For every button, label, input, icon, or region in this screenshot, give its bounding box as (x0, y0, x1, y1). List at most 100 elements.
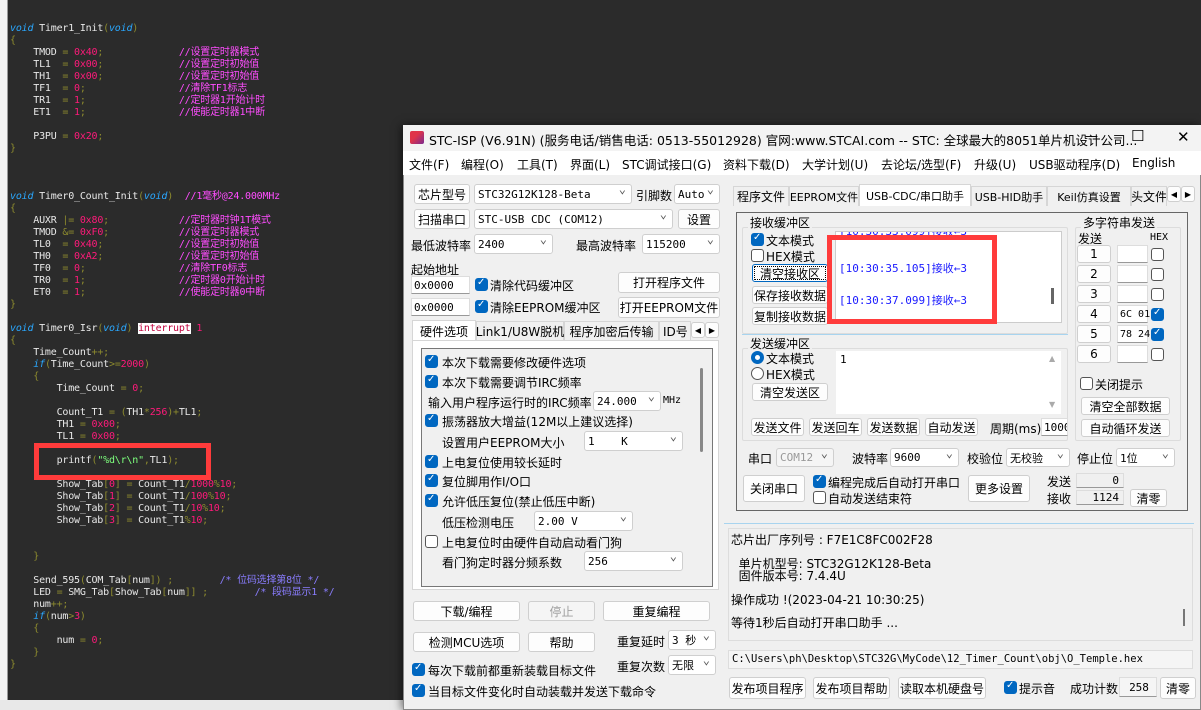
maximize-button[interactable]: ☐ (1131, 127, 1144, 145)
code-start-address-input[interactable]: 0x0000 (411, 276, 470, 294)
min-baud-select[interactable]: 2400 (474, 232, 553, 254)
send-file-button[interactable]: 发送文件 (751, 418, 804, 436)
menu-interface[interactable]: 界面(L) (570, 156, 610, 173)
help-button[interactable]: 帮助 (528, 632, 595, 652)
send-scroll-up-icon[interactable]: ▲ (1049, 354, 1055, 363)
tab-usb-hid[interactable]: USB-HID助手 (971, 186, 1047, 206)
log-area[interactable]: 芯片出厂序列号 : F7E1C8FC002F28 单片机型号: STC32G12… (728, 528, 1193, 641)
close-button[interactable]: ✕ (1177, 128, 1190, 146)
reload-before-download-checkbox[interactable] (412, 662, 425, 676)
menu-upgrade[interactable]: 升级(U) (974, 156, 1016, 173)
tab-hardware-options[interactable]: 硬件选项 (412, 320, 476, 342)
send-scroll-down-icon[interactable]: ▼ (1049, 400, 1055, 409)
multi-send-button-1[interactable]: 1 (1077, 245, 1111, 263)
baud-rate-select[interactable]: 9600 (890, 446, 959, 467)
publish-program-button[interactable]: 发布项目程序 (729, 677, 806, 699)
multi-hex-checkbox-1[interactable] (1151, 248, 1164, 261)
rx-text-mode-checkbox[interactable] (751, 232, 764, 246)
clear-eeprom-buffer-checkbox[interactable] (475, 299, 488, 313)
menu-forum[interactable]: 去论坛/选型(F) (881, 156, 961, 173)
multi-send-button-3[interactable]: 3 (1077, 285, 1111, 303)
multi-send-button-4[interactable]: 4 (1077, 305, 1111, 323)
lvd-voltage-select[interactable]: 2.00 V (534, 509, 633, 531)
menu-program[interactable]: 编程(O) (461, 156, 504, 173)
detect-mcu-button[interactable]: 检测MCU选项 (413, 632, 520, 652)
multi-send-button-2[interactable]: 2 (1077, 265, 1111, 283)
auto-send-terminator-checkbox[interactable] (813, 491, 826, 504)
right-tab-scroll-left-icon[interactable]: ◀ (1167, 186, 1181, 202)
publish-help-button[interactable]: 发布项目帮助 (813, 677, 890, 699)
menu-tools[interactable]: 工具(T) (517, 156, 558, 173)
tx-text-mode-radio[interactable] (751, 351, 764, 364)
tab-keil-sim[interactable]: Keil仿真设置 (1047, 186, 1131, 206)
opt-reset-io-checkbox[interactable] (425, 473, 438, 487)
tab-encrypted-transfer[interactable]: 程序加密后传输 (564, 321, 659, 341)
open-program-file-button[interactable]: 打开程序文件 (618, 272, 720, 293)
tab-link1-offline[interactable]: Link1/U8W脱机 (476, 321, 564, 341)
close-tip-checkbox[interactable] (1080, 377, 1093, 390)
menu-english[interactable]: English (1132, 156, 1175, 170)
tab-id[interactable]: ID号 (659, 321, 691, 341)
send-textbox[interactable]: 1 (836, 351, 1061, 414)
multi-string-input-1[interactable] (1117, 245, 1148, 263)
auto-send-button[interactable]: 自动发送 (925, 418, 978, 436)
opt-modify-hw-checkbox[interactable] (425, 354, 438, 368)
multi-hex-checkbox-2[interactable] (1151, 268, 1164, 281)
opt-osc-gain-checkbox[interactable] (425, 413, 438, 427)
open-eeprom-file-button[interactable]: 打开EEPROM文件 (618, 297, 720, 318)
menu-usb-driver[interactable]: USB驱动程序(D) (1029, 156, 1120, 173)
pins-select[interactable]: Auto (674, 182, 720, 204)
multi-string-input-5[interactable]: 78 24 (1117, 325, 1150, 343)
send-data-button[interactable]: 发送数据 (867, 418, 920, 436)
menu-downloads[interactable]: 资料下载(D) (723, 156, 790, 173)
multi-string-input-4[interactable]: 6C 01 (1117, 305, 1150, 323)
multi-string-input-3[interactable] (1117, 285, 1148, 303)
multi-hex-checkbox-4[interactable] (1151, 307, 1164, 321)
auto-open-port-checkbox[interactable] (813, 474, 826, 488)
max-baud-select[interactable]: 115200 (642, 232, 720, 254)
stop-button[interactable]: 停止 (528, 601, 595, 621)
send-enter-button[interactable]: 发送回车 (809, 418, 862, 436)
auto-loop-send-button[interactable]: 自动循环发送 (1081, 419, 1170, 437)
multi-send-button-6[interactable]: 6 (1077, 345, 1111, 363)
right-tab-scroll-right-icon[interactable]: ▶ (1181, 186, 1195, 202)
settings-button[interactable]: 设置 (678, 209, 720, 229)
rx-hex-mode-checkbox[interactable] (751, 249, 764, 262)
multi-string-input-6[interactable] (1117, 345, 1148, 363)
irc-freq-select[interactable]: 24.000 (593, 389, 661, 411)
opt-watchdog-checkbox[interactable] (425, 535, 438, 548)
download-program-button[interactable]: 下载/编程 (413, 601, 520, 621)
save-receive-button[interactable]: 保存接收数据 (752, 286, 828, 304)
scan-port-button[interactable]: 扫描串口 (414, 209, 470, 229)
opt-adjust-irc-checkbox[interactable] (425, 374, 438, 388)
clear-send-button[interactable]: 清空发送区 (752, 383, 828, 401)
period-input[interactable]: 1000 (1041, 418, 1068, 436)
chip-model-button[interactable]: 芯片型号 (414, 184, 470, 204)
multi-hex-checkbox-5[interactable] (1151, 327, 1164, 341)
clear-all-data-button[interactable]: 清空全部数据 (1081, 397, 1170, 415)
multi-string-input-2[interactable] (1117, 265, 1148, 283)
clear-code-buffer-checkbox[interactable] (475, 277, 488, 291)
port-select[interactable]: STC-USB CDC (COM12) (474, 207, 673, 229)
repeat-program-button[interactable]: 重复编程 (603, 601, 710, 621)
eeprom-size-select[interactable]: 1 K (584, 429, 683, 451)
chip-model-select[interactable]: STC32G12K128-Beta (474, 182, 632, 204)
opt-lvr-checkbox[interactable] (425, 493, 438, 507)
tab-usb-cdc-serial[interactable]: USB-CDC/串口助手 (859, 184, 971, 206)
parity-select[interactable]: 无校验 (1006, 446, 1070, 467)
reset-success-button[interactable]: 清零 (1160, 677, 1196, 699)
opt-long-delay-checkbox[interactable] (425, 454, 438, 468)
clear-receive-button[interactable]: 清空接收区 (752, 264, 828, 282)
minimize-button[interactable]: — (1085, 129, 1098, 144)
eeprom-start-address-input[interactable]: 0x0000 (411, 298, 470, 316)
tab-scroll-left-icon[interactable]: ◀ (691, 322, 705, 338)
repeat-delay-select[interactable]: 3 秒 (668, 628, 716, 650)
close-serial-port-button[interactable]: 关闭串口 (743, 475, 805, 502)
stop-bits-select[interactable]: 1位 (1116, 446, 1175, 467)
receive-scrollbar[interactable] (1051, 288, 1054, 304)
beep-checkbox[interactable] (1004, 680, 1017, 694)
multi-hex-checkbox-6[interactable] (1151, 348, 1164, 361)
reset-counters-button[interactable]: 清零 (1130, 489, 1167, 507)
menu-file[interactable]: 文件(F) (409, 156, 449, 173)
wdt-prescaler-select[interactable]: 256 (584, 549, 683, 571)
